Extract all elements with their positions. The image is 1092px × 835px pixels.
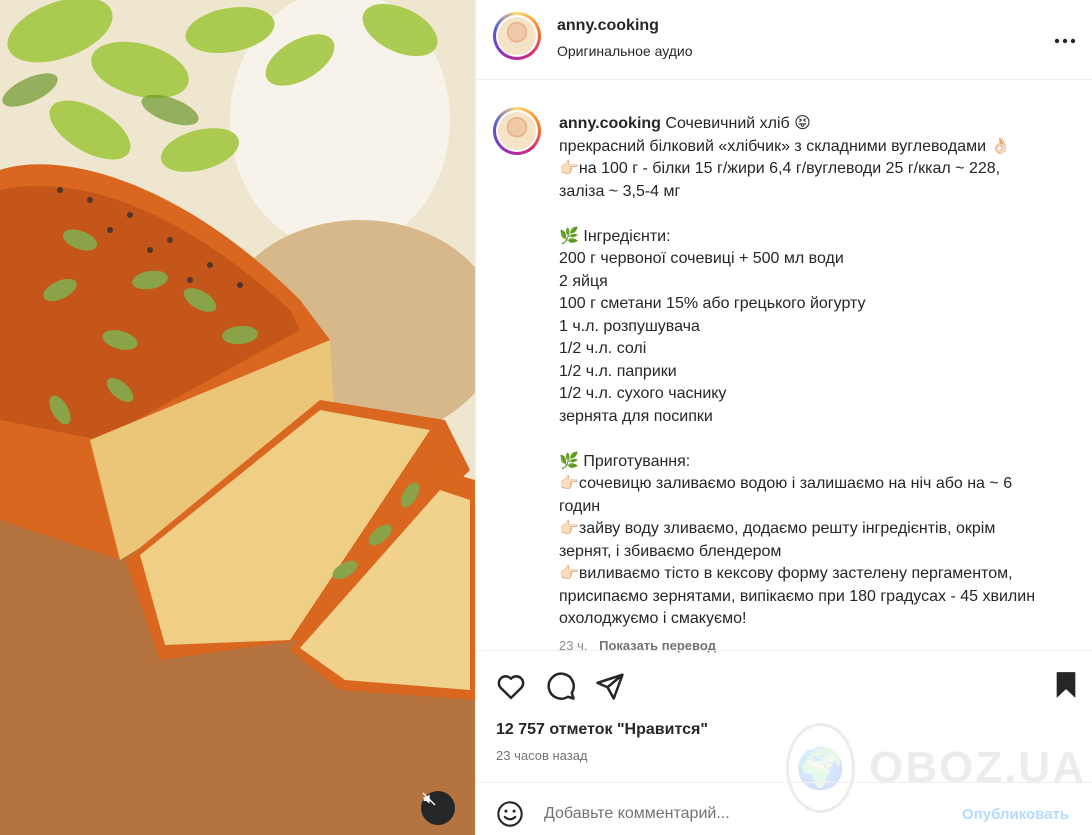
caption-username[interactable]: anny.cooking	[559, 115, 661, 132]
caption-line: 🌿 Інгредієнти:	[559, 227, 671, 245]
emoji-smile-icon[interactable]	[496, 800, 524, 833]
comment-bubble-icon[interactable]	[546, 671, 576, 706]
caption-line: 👉🏻зайву воду зливаємо, додаємо решту інг…	[559, 520, 996, 537]
caption-line: прекрасний білковий «хлібчик» з складним…	[559, 137, 1011, 155]
comment-bar: Опубликовать	[476, 782, 1092, 835]
caption-line: 1/2 ч.л. паприки	[559, 362, 677, 380]
comment-input[interactable]	[544, 805, 944, 823]
post-viewer: anny.cooking Оригинальное аудио anny.coo…	[0, 0, 1092, 835]
caption-line: 1 ч.л. розпушувача	[559, 317, 700, 335]
caption-line: 200 г червоної сочевиці + 500 мл води	[559, 250, 844, 267]
caption-line: 👉🏻на 100 г - білки 15 г/жири 6,4 г/вугле…	[559, 160, 1001, 177]
post-details-panel: anny.cooking Оригинальное аудио anny.coo…	[475, 0, 1092, 835]
more-horizontal-icon[interactable]	[1054, 28, 1076, 46]
author-avatar[interactable]	[493, 12, 541, 60]
like-heart-icon[interactable]	[496, 672, 526, 705]
caption-line: зернята для посипки	[559, 407, 713, 425]
share-send-icon[interactable]	[595, 671, 625, 706]
caption-author-avatar[interactable]	[493, 107, 541, 155]
caption-line: зернят, і збиваємо блендером	[559, 542, 782, 560]
speaker-muted-icon	[422, 792, 436, 806]
caption-line: заліза ~ 3,5-4 мг	[559, 182, 681, 200]
caption-line: 1/2 ч.л. сухого часнику	[559, 385, 727, 402]
caption-line: 👉🏻сочевицю заливаємо водою і залишаємо н…	[559, 475, 1013, 492]
bread-photo-illustration	[0, 0, 475, 835]
caption-line: 100 г сметани 15% або грецького йогурту	[559, 295, 866, 312]
post-header: anny.cooking Оригинальное аудио	[476, 0, 1092, 80]
caption-line: 1/2 ч.л. солі	[559, 340, 647, 357]
publish-button[interactable]: Опубликовать	[962, 806, 1069, 823]
caption-line: 2 яйця	[559, 272, 608, 290]
caption-body: прекрасний білковий «хлібчик» з складним…	[559, 136, 1079, 631]
author-username[interactable]: anny.cooking	[557, 17, 659, 35]
like-count[interactable]: 12 757 отметок "Нравится"	[496, 721, 708, 739]
post-time-ago: 23 часов назад	[496, 748, 588, 763]
caption-line: 🌿 Приготування:	[559, 452, 691, 470]
caption-line: присипаємо зернятами, випікаємо при 180 …	[559, 587, 1036, 605]
caption-line: годин	[559, 497, 601, 515]
caption-first-line: anny.cooking Сочевичний хліб 😝	[559, 113, 1079, 136]
post-caption: anny.cooking Сочевичний хліб 😝 прекрасни…	[559, 113, 1079, 631]
caption-line: 👉🏻виливаємо тісто в кексову форму застел…	[559, 565, 1013, 582]
audio-label[interactable]: Оригинальное аудио	[557, 43, 693, 59]
bookmark-saved-icon[interactable]	[1054, 671, 1078, 704]
caption-title: Сочевичний хліб 😝	[665, 115, 811, 132]
mute-button[interactable]	[421, 791, 455, 825]
post-photo[interactable]	[0, 0, 475, 835]
